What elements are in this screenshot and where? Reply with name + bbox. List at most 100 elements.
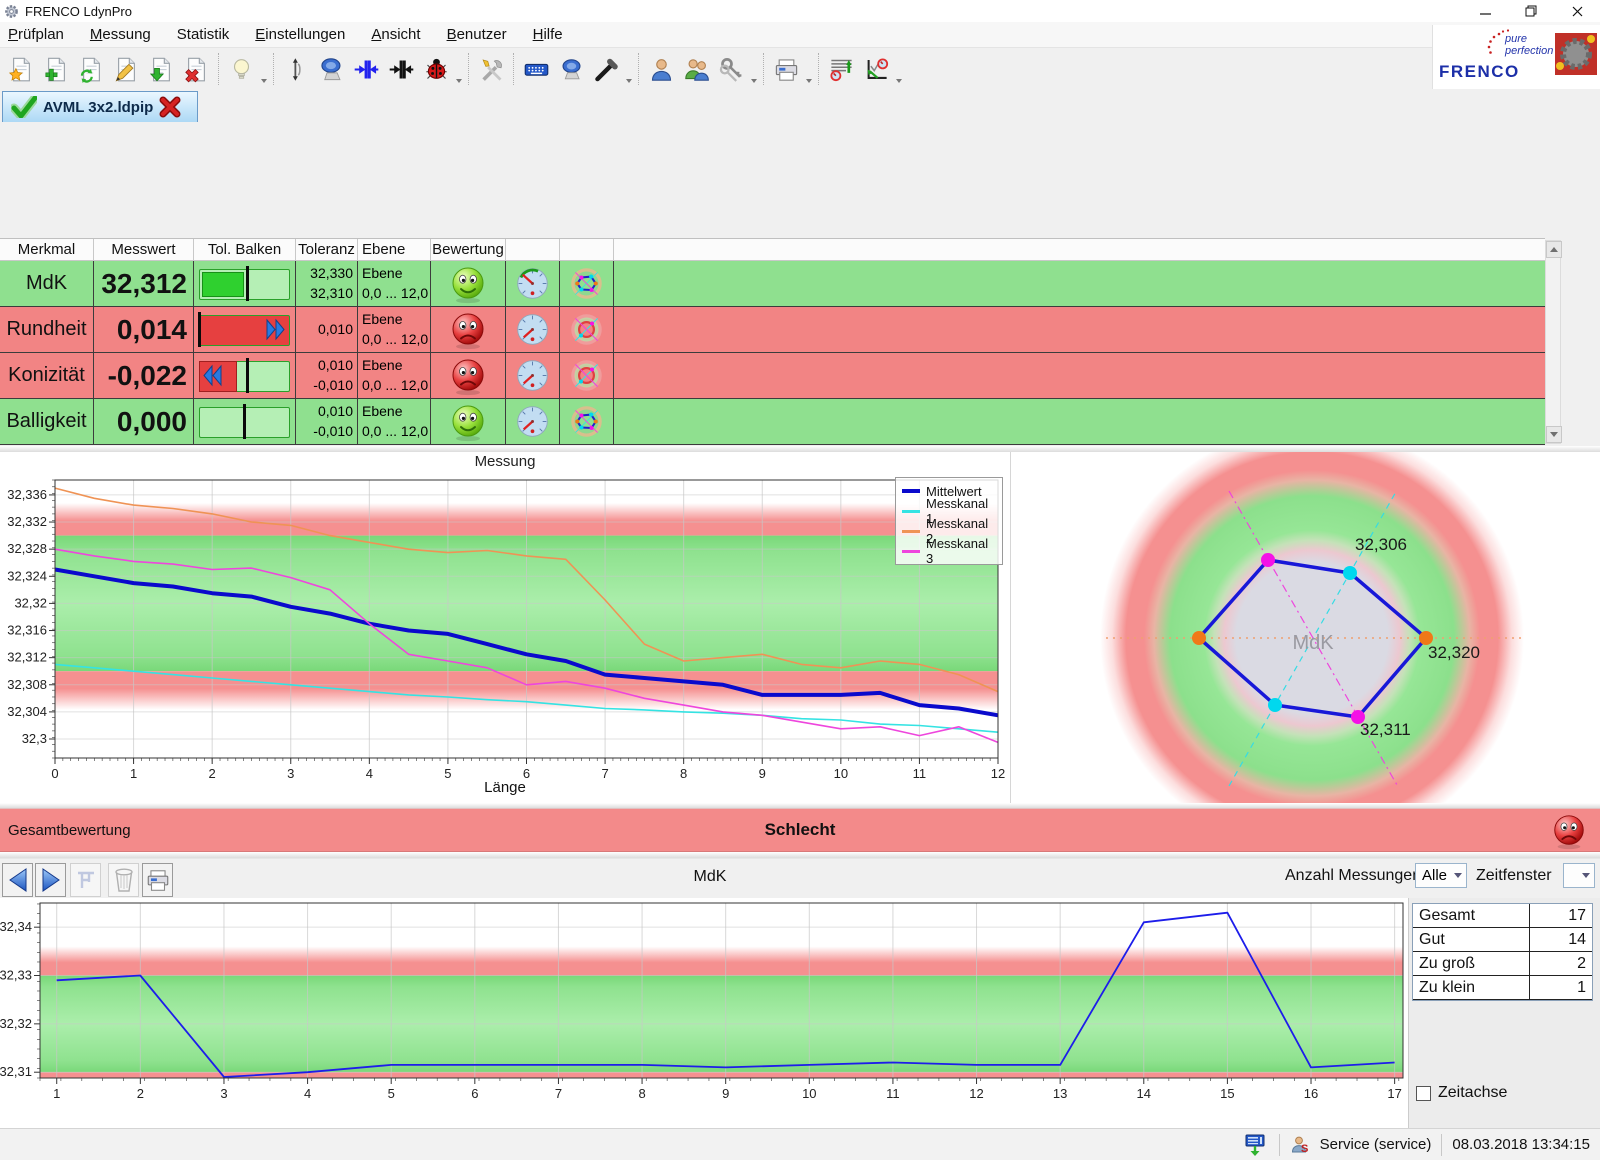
application-window: FRENCO LdynPro Prüfplan Messung Statisti… [0,0,1600,1160]
menu-benutzer[interactable]: Benutzer [447,26,507,43]
frenco-logo: pure perfection FRENCO [1432,25,1600,89]
menu-pruefplan[interactable]: Prüfplan [8,26,64,43]
menu-messung[interactable]: Messung [90,26,151,43]
debug-ladybug-icon[interactable] [419,50,454,88]
table-row-konizitaet[interactable]: Konizität -0,022 0,010-0,010 Ebene0,0 ..… [0,353,1545,399]
polar-value-1: 32,306 [1355,535,1407,554]
stat-label: Zu groß [1413,955,1529,973]
mdk-polar-panel: 32,306 32,320 32,311 MdK [1010,452,1600,803]
stat-value: 17 [1529,904,1592,927]
ebene-line1: Ebene [362,356,402,376]
align-in-blue-icon[interactable] [349,50,384,88]
align-in-black-icon[interactable] [384,50,419,88]
restore-icon[interactable] [1508,0,1554,22]
close-icon[interactable] [1554,0,1600,22]
svg-text:32,312: 32,312 [7,650,47,665]
minimize-icon[interactable] [1462,0,1508,22]
ebene-line2: 0,0 ... 12,0 [362,422,428,442]
gauge-stand-2-icon[interactable] [554,50,589,88]
header-merkmal: Merkmal [0,239,94,261]
tab-avml[interactable]: AVML 3x2.ldpip [2,91,198,122]
reload-plan-icon[interactable] [74,50,109,88]
header-gauge [506,239,560,261]
svg-text:32,332: 32,332 [7,514,47,529]
mdk-trend-chart[interactable]: 32,3132,3232,3332,3412345678910111213141… [0,898,1406,1114]
legend-messkanal-3: Messkanal 3 [926,536,996,566]
stats-row-zu-gross: Zu groß2 [1413,952,1592,976]
table-header-row: Merkmal Messwert Tol. Balken Toleranz Eb… [0,239,1545,261]
polar-center-label: MdK [1292,632,1334,654]
users-icon[interactable] [679,50,714,88]
zeitachse-label: Zeitachse [1438,1084,1507,1102]
delete-plan-icon[interactable] [179,50,214,88]
anzahl-messungen-select[interactable]: Alle [1415,863,1467,888]
lamp-icon[interactable] [224,50,259,88]
polar-icon [560,307,614,353]
menu-einstellungen[interactable]: Einstellungen [255,26,345,43]
tol-upper: 0,010 [318,356,353,376]
settings-dropdown-icon[interactable] [624,47,634,91]
chevron-down-icon [1582,873,1590,878]
svg-text:4: 4 [304,1086,311,1101]
svg-text:32,328: 32,328 [7,541,47,556]
scroll-up-icon[interactable] [1546,241,1562,258]
import-plan-icon[interactable] [144,50,179,88]
menu-ansicht[interactable]: Ansicht [371,26,420,43]
users-dropdown-icon[interactable] [749,47,759,91]
gauge-icon [506,399,560,445]
tolerance-bar [194,261,296,307]
lamp-dropdown-icon[interactable] [259,47,269,91]
point-topleft-magenta [1261,553,1275,567]
header-messwert: Messwert [94,239,194,261]
table-row-mdk[interactable]: MdK 32,312 32,33032,310 Ebene0,0 ... 12,… [0,261,1545,307]
svg-text:5: 5 [388,1086,395,1101]
keys-icon[interactable] [714,50,749,88]
brand-tagline-2: perfection [1504,45,1553,57]
probe-icon[interactable] [279,50,314,88]
gauge-stand-icon[interactable] [314,50,349,88]
scroll-down-icon[interactable] [1546,426,1562,443]
measure-dropdown-icon[interactable] [454,47,464,91]
ebene-line1: Ebene [362,264,402,284]
svg-text:32,324: 32,324 [7,568,47,583]
keyboard-icon[interactable] [519,50,554,88]
chart-levels-icon[interactable] [824,50,859,88]
zeitfenster-select[interactable] [1563,863,1595,888]
table-scrollbar[interactable] [1545,240,1561,444]
printer-icon[interactable] [769,50,804,88]
user-icon[interactable] [644,50,679,88]
messung-chart[interactable]: 32,332,30432,30832,31232,31632,3232,3243… [0,466,1010,803]
screw-icon[interactable] [589,50,624,88]
header-ebene: Ebene [358,239,431,261]
table-row-balligkeit[interactable]: Balligkeit 0,000 0,010-0,010 Ebene0,0 ..… [0,399,1545,445]
tolerance-bar [194,307,296,353]
svg-text:12: 12 [969,1086,983,1101]
status-datetime: 08.03.2018 13:34:15 [1452,1136,1590,1153]
add-plan-plus-icon[interactable] [39,50,74,88]
row-merkmal: Konizität [0,353,94,399]
status-bar: S Service (service) 08.03.2018 13:34:15 [0,1128,1600,1160]
new-plan-star-icon[interactable] [4,50,39,88]
stats-row-zu-klein: Zu klein1 [1413,976,1592,1000]
over-tolerance-arrow-icon [265,318,289,341]
measurement-table: Merkmal Messwert Tol. Balken Toleranz Eb… [0,238,1545,445]
chart-axis-icon[interactable] [859,50,894,88]
zeitachse-checkbox[interactable] [1416,1086,1431,1101]
tab-close-icon[interactable] [159,96,181,118]
edit-plan-icon[interactable] [109,50,144,88]
header-toleranz: Toleranz [296,239,358,261]
polar-value-3: 32,311 [1360,720,1411,739]
chart-dropdown-icon[interactable] [894,47,904,91]
tools-icon[interactable] [474,50,509,88]
gesamtbewertung-value: Schlecht [0,820,1600,840]
polar-icon [560,353,614,399]
svg-text:3: 3 [220,1086,227,1101]
header-tol-balken: Tol. Balken [194,239,296,261]
toolbar-separator [273,53,275,85]
tol-upper: 0,010 [318,320,353,340]
menu-hilfe[interactable]: Hilfe [533,26,563,43]
menu-statistik[interactable]: Statistik [177,26,230,43]
printer-dropdown-icon[interactable] [804,47,814,91]
table-row-rundheit[interactable]: Rundheit 0,014 0,010 Ebene0,0 ... 12,0 [0,307,1545,353]
main-toolbar [0,48,1436,90]
